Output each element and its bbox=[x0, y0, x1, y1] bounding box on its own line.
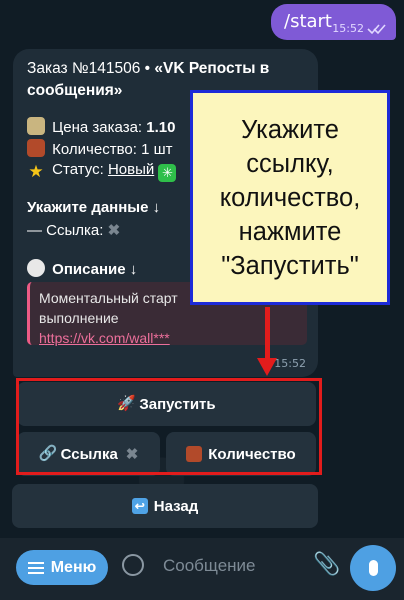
emoji-icon[interactable] bbox=[122, 554, 144, 576]
microphone-icon bbox=[368, 560, 378, 576]
microphone-button[interactable] bbox=[350, 545, 396, 591]
data-heading: Укажите данные ↓ bbox=[27, 199, 161, 216]
callout-arrow bbox=[265, 307, 270, 363]
speech-bubble-icon bbox=[27, 259, 45, 277]
star-icon: ★ bbox=[28, 162, 44, 181]
status-line: ★ Статус: Новый ✳ bbox=[27, 161, 179, 182]
callout-arrow-head bbox=[257, 358, 277, 376]
wall-link[interactable]: https://vk.com/wall*** bbox=[39, 328, 178, 348]
message-input[interactable]: Сообщение bbox=[163, 556, 256, 576]
message-time: 15:52 bbox=[332, 22, 364, 35]
back-button[interactable]: ↩ Назад bbox=[12, 484, 318, 528]
message-input-bar: Меню Сообщение 📎 bbox=[0, 538, 404, 600]
quantity-line: Количество: 1 шт bbox=[27, 139, 172, 158]
price-line: Цена заказа: 1.10 bbox=[27, 117, 175, 136]
money-bag-icon bbox=[27, 117, 45, 135]
outgoing-text: /start bbox=[284, 11, 332, 32]
sparkle-icon: ✳ bbox=[158, 164, 177, 182]
highlight-frame bbox=[16, 378, 322, 475]
link-line: — Ссылка: ✖ bbox=[27, 222, 121, 239]
abacus-icon bbox=[27, 139, 45, 157]
back-arrow-icon: ↩ bbox=[131, 498, 148, 514]
menu-icon bbox=[27, 561, 44, 574]
attach-icon[interactable]: 📎 bbox=[313, 552, 340, 577]
cross-mark-icon: ✖ bbox=[107, 222, 121, 239]
message-time: 15:52 bbox=[274, 357, 306, 370]
menu-button[interactable]: Меню bbox=[16, 550, 108, 585]
outgoing-message[interactable]: /start 15:52 bbox=[271, 4, 396, 40]
description-heading: Описание ↓ bbox=[27, 259, 137, 278]
read-checkmarks-icon bbox=[367, 24, 386, 35]
instruction-callout: Укажите ссылку, количество, нажмите "Зап… bbox=[190, 90, 390, 305]
